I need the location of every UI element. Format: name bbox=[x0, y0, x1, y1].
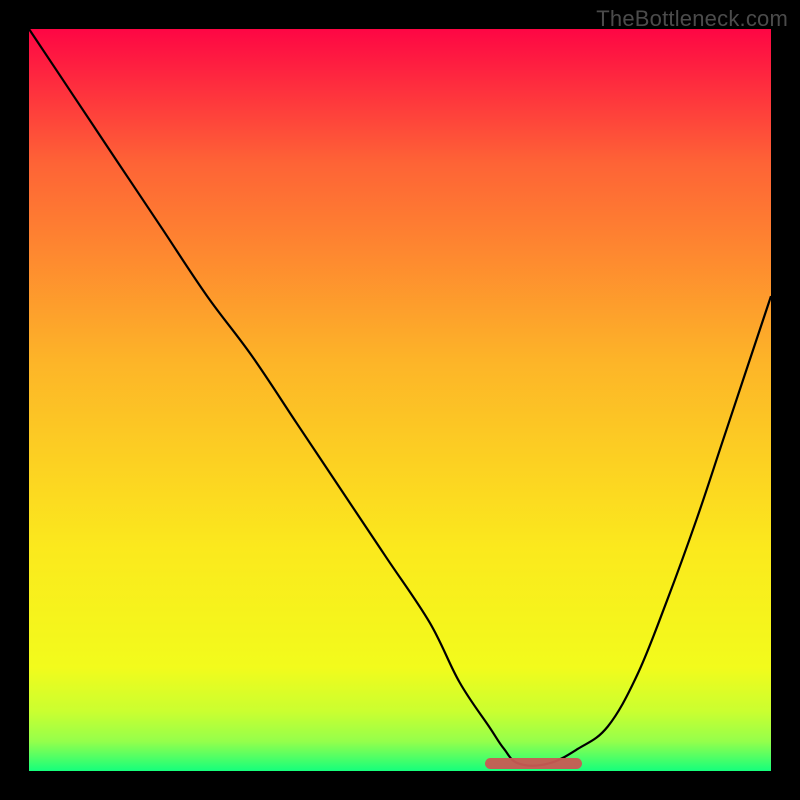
optimal-range-marker bbox=[485, 758, 582, 769]
chart-svg bbox=[29, 29, 771, 771]
chart-frame: TheBottleneck.com bbox=[0, 0, 800, 800]
watermark-text: TheBottleneck.com bbox=[596, 6, 788, 32]
gradient-background bbox=[29, 29, 771, 771]
plot-area bbox=[29, 29, 771, 771]
